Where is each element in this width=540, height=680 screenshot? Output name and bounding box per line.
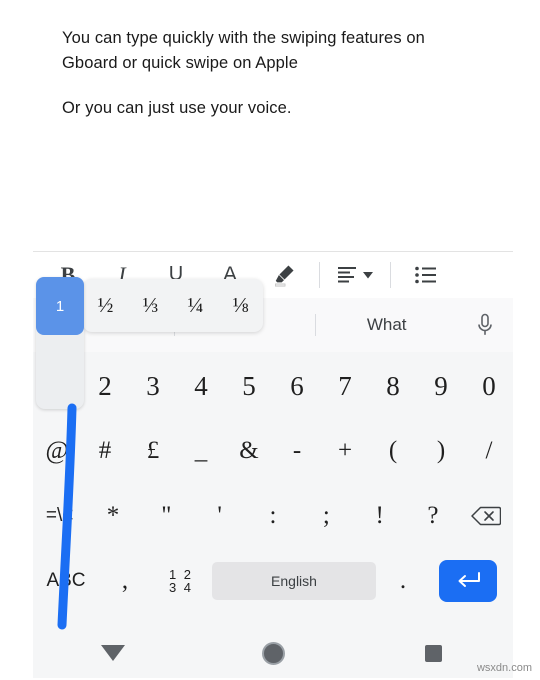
document-paragraph: Or you can just use your voice. — [62, 99, 292, 117]
key-enter[interactable] — [429, 549, 507, 613]
highlighter-pen-icon — [271, 262, 297, 288]
enter-return-icon — [455, 571, 481, 591]
key-abc-switch[interactable]: ABC — [33, 549, 99, 613]
key-apostrophe[interactable]: ' — [193, 484, 246, 548]
pressed-key-popup: 1 — [36, 277, 84, 409]
alternate-key-one-quarter[interactable]: ¼ — [173, 293, 218, 318]
key-numeric-pad[interactable]: 1 2 3 4 — [151, 549, 211, 613]
backspace-icon — [471, 505, 502, 527]
key-backspace[interactable] — [460, 484, 513, 548]
key-9[interactable]: 9 — [417, 354, 465, 418]
alternate-key-one-eighth[interactable]: ⅛ — [218, 293, 263, 318]
key-8[interactable]: 8 — [369, 354, 417, 418]
enter-key-surface — [439, 560, 497, 602]
android-navigation-bar — [33, 628, 513, 678]
key-asterisk[interactable]: * — [86, 484, 139, 548]
document-paragraph: You can type quickly with the swiping fe… — [62, 29, 425, 72]
alternate-key-one-third[interactable]: ⅓ — [128, 293, 173, 318]
key-semicolon[interactable]: ; — [300, 484, 353, 548]
key-6[interactable]: 6 — [273, 354, 321, 418]
keyboard-row-symbols: @ # £ _ & - + ( ) / — [33, 419, 513, 483]
key-question[interactable]: ? — [406, 484, 459, 548]
key-more-symbols[interactable]: =\< — [33, 484, 86, 548]
spacebar-language-label: English — [212, 562, 376, 600]
key-double-quote[interactable]: " — [140, 484, 193, 548]
key-underscore[interactable]: _ — [177, 419, 225, 483]
key-paren-open[interactable]: ( — [369, 419, 417, 483]
microphone-icon — [476, 313, 494, 337]
key-hash[interactable]: # — [81, 419, 129, 483]
hide-keyboard-button[interactable] — [33, 628, 193, 678]
hide-keyboard-triangle-icon — [101, 645, 125, 661]
key-slash[interactable]: / — [465, 419, 513, 483]
recents-square-icon — [424, 644, 442, 662]
pressed-key-cap[interactable]: 1 — [36, 277, 84, 335]
keyboard-row-punctuation: =\< * " ' : ; ! ? — [33, 484, 513, 548]
key-7[interactable]: 7 — [321, 354, 369, 418]
key-0[interactable]: 0 — [465, 354, 513, 418]
highlight-button[interactable] — [257, 252, 311, 298]
key-colon[interactable]: : — [246, 484, 299, 548]
home-circle-icon — [261, 641, 285, 665]
paragraph-align-button[interactable] — [328, 252, 382, 298]
key-comma[interactable]: , — [99, 549, 151, 613]
key-exclamation[interactable]: ! — [353, 484, 406, 548]
toolbar-divider — [319, 262, 320, 288]
key-period[interactable]: . — [377, 549, 429, 613]
keyboard-row-bottom: ABC , 1 2 3 4 English . — [33, 549, 513, 613]
suggestion-item[interactable]: What — [316, 298, 457, 352]
alternate-key-one-half[interactable]: ½ — [83, 293, 128, 318]
key-plus[interactable]: + — [321, 419, 369, 483]
chevron-down-icon — [362, 271, 373, 279]
keyboard-row-numbers: 1 2 3 4 5 6 7 8 9 0 — [33, 354, 513, 418]
numeric-pad-bottom-row: 3 4 — [168, 580, 194, 595]
key-hyphen[interactable]: - — [273, 419, 321, 483]
pressed-key-label: 1 — [55, 297, 65, 315]
bulleted-list-button[interactable] — [399, 252, 453, 298]
key-at[interactable]: @ — [33, 419, 81, 483]
toolbar-divider — [390, 262, 391, 288]
align-left-icon — [337, 266, 360, 284]
key-spacebar[interactable]: English — [211, 549, 377, 613]
onscreen-keyboard: What 1 2 3 4 5 6 7 8 9 0 @ # £ _ & - — [33, 298, 513, 636]
key-pound[interactable]: £ — [129, 419, 177, 483]
home-button[interactable] — [193, 628, 353, 678]
key-4[interactable]: 4 — [177, 354, 225, 418]
key-paren-close[interactable]: ) — [417, 419, 465, 483]
watermark: wsxdn.com — [476, 662, 532, 674]
key-2[interactable]: 2 — [81, 354, 129, 418]
voice-input-button[interactable] — [457, 298, 513, 352]
key-5[interactable]: 5 — [225, 354, 273, 418]
key-3[interactable]: 3 — [129, 354, 177, 418]
key-ampersand[interactable]: & — [225, 419, 273, 483]
document-text-area[interactable]: You can type quickly with the swiping fe… — [62, 26, 482, 121]
key-alternates-popup: ½ ⅓ ¼ ⅛ — [83, 279, 263, 332]
bulleted-list-icon — [415, 266, 437, 284]
numeric-pad-icon: 1 2 3 4 — [169, 568, 193, 594]
